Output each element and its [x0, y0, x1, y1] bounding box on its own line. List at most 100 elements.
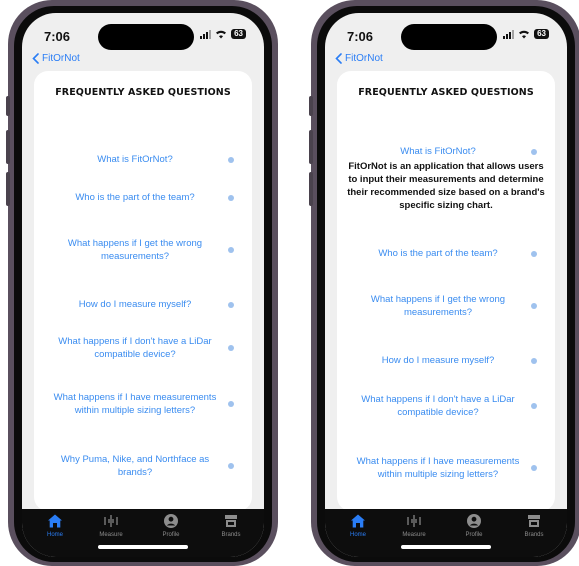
faq-question[interactable]: Who is the part of the team? [351, 247, 537, 260]
phone-frame-right: 7:06 63 FitOrNot FREQUENTLY ASKED QUESTI… [309, 0, 579, 566]
back-button-label: FitOrNot [42, 53, 80, 64]
tab-bar: Home Measure Profile Brands [22, 509, 264, 557]
expand-indicator-icon [228, 194, 234, 201]
tab-label: Home [349, 532, 366, 538]
tab-label: Brands [221, 532, 241, 538]
tab-label: Profile [465, 532, 483, 538]
measure-icon [104, 515, 118, 527]
tab-measure[interactable]: Measure [389, 513, 439, 538]
house-icon [48, 514, 62, 528]
faq-card: FREQUENTLY ASKED QUESTIONS What is FitOr… [34, 71, 252, 511]
status-icons: 63 [200, 29, 246, 39]
faq-question[interactable]: What is FitOrNot? [48, 153, 234, 166]
faq-question-text: Who is the part of the team? [75, 192, 195, 203]
expand-indicator-icon [531, 303, 537, 309]
chevron-left-icon [32, 53, 39, 64]
faq-question-text: What happens if I don't have a LiDar com… [361, 394, 515, 418]
faq-question-text: What is FitOrNot? [400, 146, 476, 157]
person-icon [164, 514, 178, 528]
faq-question-text: What happens if I have measurements with… [53, 392, 217, 416]
faq-question-text: What is FitOrNot? [97, 154, 173, 165]
signal-icon [200, 29, 212, 39]
status-time: 7:06 [44, 29, 71, 44]
faq-question-text: What happens if I get the wrong measurem… [67, 238, 203, 262]
screen: 7:06 63 FitOrNot FREQUENTLY ASKED QUESTI… [22, 13, 264, 557]
faq-question[interactable]: Who is the part of the team? [48, 191, 234, 204]
tab-measure[interactable]: Measure [86, 513, 136, 538]
battery-icon: 63 [534, 29, 549, 39]
action-button [6, 96, 10, 116]
volume-up-button [6, 130, 10, 164]
expand-indicator-icon [531, 250, 537, 257]
tab-profile[interactable]: Profile [146, 513, 196, 538]
tab-brands[interactable]: Brands [206, 513, 256, 538]
tab-bar: Home Measure Profile Brands [325, 509, 567, 557]
expand-indicator-icon [228, 463, 234, 469]
dynamic-island [98, 24, 194, 50]
status-bar: 7:06 63 [22, 13, 264, 57]
expand-indicator-icon [228, 247, 234, 253]
battery-icon: 63 [231, 29, 246, 39]
faq-question-text: What happens if I get the wrong measurem… [370, 294, 506, 318]
tab-label: Profile [162, 532, 180, 538]
faq-question[interactable]: Why Puma, Nike, and Northface as brands? [48, 453, 234, 479]
wifi-icon [216, 30, 227, 39]
faq-question-text: Why Puma, Nike, and Northface as brands? [60, 454, 210, 478]
faq-question[interactable]: What happens if I don't have a LiDar com… [351, 393, 537, 419]
expand-indicator-icon [228, 401, 234, 407]
chevron-left-icon [335, 53, 342, 64]
back-button[interactable]: FitOrNot [32, 53, 80, 64]
tab-label: Measure [402, 532, 426, 538]
expand-indicator-icon [531, 465, 537, 471]
volume-down-button [309, 172, 313, 206]
storefront-icon [225, 515, 237, 527]
faq-question-expanded[interactable]: What is FitOrNot? [351, 145, 537, 158]
faq-title: FREQUENTLY ASKED QUESTIONS [55, 87, 231, 98]
faq-question[interactable]: What happens if I don't have a LiDar com… [48, 335, 234, 361]
expand-indicator-icon [228, 301, 234, 308]
expand-indicator-icon [531, 357, 537, 364]
storefront-icon [528, 515, 540, 527]
home-indicator[interactable] [401, 545, 491, 549]
faq-question-text: What happens if I don't have a LiDar com… [58, 336, 212, 360]
faq-question-text: What happens if I have measurements with… [356, 456, 520, 480]
faq-card: FREQUENTLY ASKED QUESTIONS What is FitOr… [337, 71, 555, 511]
tab-profile[interactable]: Profile [449, 513, 499, 538]
back-button-label: FitOrNot [345, 53, 383, 64]
volume-up-button [309, 130, 313, 164]
faq-title: FREQUENTLY ASKED QUESTIONS [358, 87, 534, 98]
faq-question[interactable]: How do I measure myself? [351, 354, 537, 367]
faq-question[interactable]: What happens if I get the wrong measurem… [48, 237, 234, 263]
expand-indicator-icon [228, 156, 234, 163]
wifi-icon [519, 30, 530, 39]
status-bar: 7:06 63 [325, 13, 567, 57]
faq-question-text: How do I measure myself? [78, 299, 192, 310]
faq-question[interactable]: How do I measure myself? [48, 298, 234, 311]
faq-question[interactable]: What happens if I have measurements with… [351, 455, 537, 481]
status-icons: 63 [503, 29, 549, 39]
faq-question[interactable]: What happens if I have measurements with… [48, 391, 234, 417]
status-time: 7:06 [347, 29, 374, 44]
measure-icon [407, 515, 421, 527]
faq-question[interactable]: What happens if I get the wrong measurem… [351, 293, 537, 319]
phone-frame-left: 7:06 63 FitOrNot FREQUENTLY ASKED QUESTI… [6, 0, 278, 566]
faq-answer: FitOrNot is an application that allows u… [347, 161, 545, 211]
dynamic-island [401, 24, 497, 50]
tab-label: Measure [99, 532, 123, 538]
tab-brands[interactable]: Brands [509, 513, 559, 538]
screen: 7:06 63 FitOrNot FREQUENTLY ASKED QUESTI… [325, 13, 567, 557]
faq-question-text: Who is the part of the team? [378, 248, 498, 259]
tab-label: Brands [524, 532, 544, 538]
person-icon [467, 514, 481, 528]
tab-label: Home [46, 532, 63, 538]
home-indicator[interactable] [98, 545, 188, 549]
volume-down-button [6, 172, 10, 206]
back-button[interactable]: FitOrNot [335, 53, 383, 64]
expand-indicator-icon [228, 345, 234, 351]
faq-question-text: How do I measure myself? [381, 355, 495, 366]
expand-indicator-icon [531, 403, 537, 409]
signal-icon [503, 29, 515, 39]
tab-home[interactable]: Home [30, 513, 80, 538]
expand-indicator-icon [531, 148, 537, 155]
tab-home[interactable]: Home [333, 513, 383, 538]
